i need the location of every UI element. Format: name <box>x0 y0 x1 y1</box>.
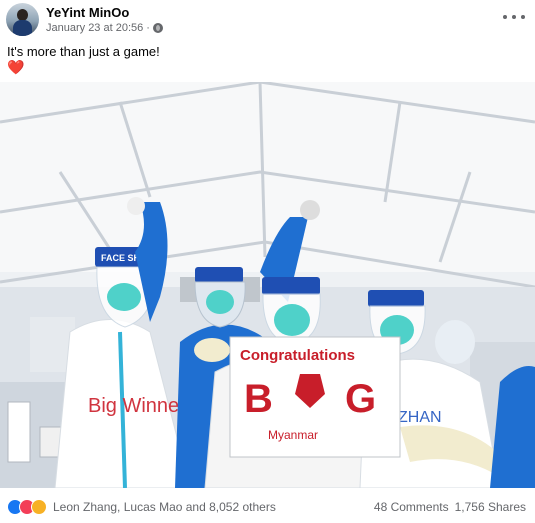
banner-letter-g: G <box>345 377 376 421</box>
more-options-icon[interactable] <box>503 10 525 24</box>
comments-count[interactable]: 48 Comments <box>374 500 449 514</box>
facebook-post: YeYint MinOo January 23 at 20:56 · It's … <box>0 0 535 523</box>
banner-letter-b: B <box>244 377 273 421</box>
post-timestamp[interactable]: January 23 at 20:56 <box>46 22 143 34</box>
post-meta: January 23 at 20:56 · <box>46 22 163 34</box>
author-avatar[interactable] <box>6 3 39 36</box>
meta-separator: · <box>146 22 150 34</box>
avatar-body <box>13 20 32 36</box>
post-photo[interactable]: FACE SHIELD Big Winner ZHAN Congratulati… <box>0 82 535 488</box>
shares-count[interactable]: 1,756 Shares <box>455 500 526 514</box>
author-name[interactable]: YeYint MinOo <box>46 5 129 20</box>
heart-emoji: ❤️ <box>7 59 25 75</box>
post-text: It's more than just a game! <box>7 44 160 59</box>
banner-title: Congratulations <box>240 347 355 364</box>
engagement-counts: 48 Comments 1,756 Shares <box>374 500 526 514</box>
suit-writing: Big Winner <box>88 395 186 417</box>
globe-icon[interactable] <box>152 23 163 33</box>
suit-writing-2: ZHAN <box>398 409 442 426</box>
reactions-summary[interactable]: Leon Zhang, Lucas Mao and 8,052 others <box>7 499 276 515</box>
banner-subtitle: Myanmar <box>268 428 318 442</box>
care-icon <box>31 499 47 515</box>
photo-scene: FACE SHIELD Big Winner ZHAN Congratulati… <box>0 82 535 488</box>
reactors-text[interactable]: Leon Zhang, Lucas Mao and 8,052 others <box>53 500 276 514</box>
